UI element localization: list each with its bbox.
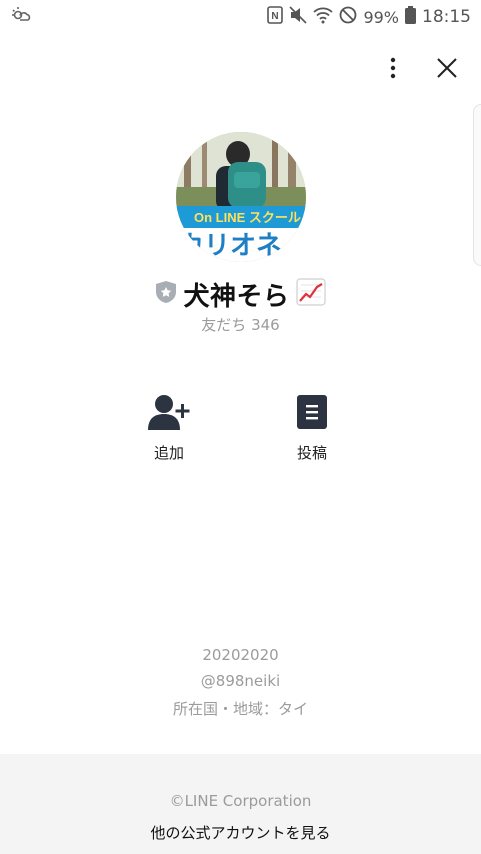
posts-button[interactable]: 投稿 xyxy=(272,394,352,463)
add-friend-icon xyxy=(147,394,191,434)
svg-text:N: N xyxy=(272,11,279,22)
posts-icon xyxy=(296,394,328,434)
wifi-icon xyxy=(313,6,334,29)
account-id-number: 20202020 xyxy=(202,646,279,664)
battery-icon xyxy=(405,5,416,29)
avatar-banner-line1: On LINE スクール xyxy=(194,210,301,225)
more-vertical-icon xyxy=(390,57,396,83)
copyright-text: ©LINE Corporation xyxy=(169,792,312,810)
see-other-official-accounts-link[interactable]: 他の公式アカウントを見る xyxy=(0,822,481,843)
profile-name-row: 犬神そら xyxy=(0,274,481,314)
footer: ©LINE Corporation 他の公式アカウントを見る xyxy=(0,754,481,854)
close-button[interactable] xyxy=(429,52,465,88)
more-options-button[interactable] xyxy=(375,52,411,88)
status-bar: N 99% 18:15 xyxy=(0,0,481,34)
account-region: 所在国・地域：タイ xyxy=(172,700,308,718)
add-friend-label: 追加 xyxy=(153,444,184,462)
battery-percent: 99% xyxy=(363,7,399,27)
mute-icon xyxy=(289,5,308,29)
account-profile-screen: N 99% 18:15 On LINE スクール カリオネ 犬神そら 友だち 3… xyxy=(0,0,481,854)
nfc-icon: N xyxy=(267,5,284,29)
posts-label: 投稿 xyxy=(296,444,327,462)
add-friend-button[interactable]: 追加 xyxy=(129,394,209,463)
weather-icon xyxy=(10,6,32,28)
edge-panel-handle[interactable] xyxy=(473,104,481,266)
avatar-banner-line2: カリオネ xyxy=(178,231,282,261)
close-icon xyxy=(436,57,458,83)
do-not-disturb-icon xyxy=(339,6,357,29)
top-actions xyxy=(375,52,465,88)
profile-name: 犬神そら xyxy=(183,281,290,312)
clock: 18:15 xyxy=(422,7,471,27)
friends-count: 友だち 346 xyxy=(201,316,280,334)
shield-star-icon xyxy=(155,280,177,308)
account-line-id: @898neiki xyxy=(200,672,281,690)
profile-avatar[interactable]: On LINE スクール カリオネ xyxy=(176,132,306,262)
chart-increasing-icon xyxy=(295,278,326,310)
